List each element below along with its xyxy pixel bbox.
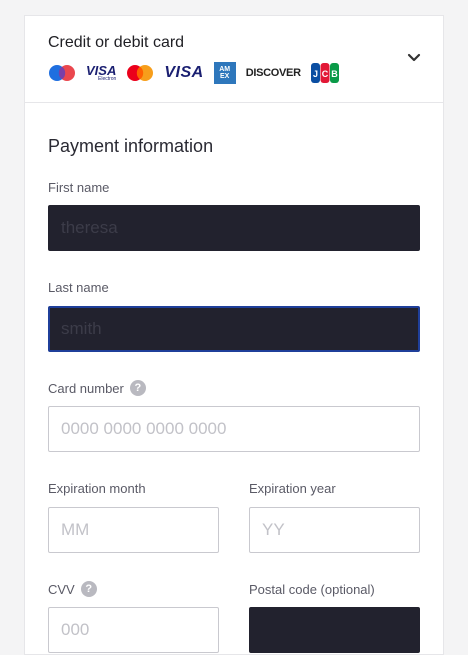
mastercard-logo-icon bbox=[126, 63, 154, 83]
payment-card: Credit or debit card VISA Electron VISA … bbox=[24, 15, 444, 655]
visa-electron-logo-icon: VISA Electron bbox=[86, 63, 116, 83]
last-name-value: smith bbox=[61, 319, 102, 338]
card-brand-logos: VISA Electron VISA AM EX DISCOVER J C B bbox=[48, 62, 339, 84]
svg-text:B: B bbox=[331, 69, 338, 79]
cvv-field[interactable]: 000 bbox=[48, 607, 219, 653]
expiration-month-field[interactable]: MM bbox=[48, 507, 219, 553]
payment-method-header[interactable]: Credit or debit card VISA Electron VISA … bbox=[25, 16, 443, 103]
payment-information-heading: Payment information bbox=[48, 136, 214, 156]
help-icon[interactable]: ? bbox=[80, 581, 97, 597]
help-icon[interactable]: ? bbox=[129, 380, 146, 396]
chevron-down-icon[interactable] bbox=[407, 50, 421, 68]
card-number-placeholder: 0000 0000 0000 0000 bbox=[61, 419, 227, 438]
first-name-label: First name bbox=[48, 180, 110, 195]
card-number-field[interactable]: 0000 0000 0000 0000 bbox=[48, 406, 420, 452]
payment-method-title: Credit or debit card bbox=[48, 34, 185, 51]
svg-text:C: C bbox=[322, 69, 329, 79]
visa-logo-icon: VISA bbox=[164, 64, 204, 81]
cvv-label: CVV bbox=[48, 581, 75, 597]
postal-code-label: Postal code (optional) bbox=[249, 582, 375, 597]
expiration-year-label: Expiration year bbox=[249, 481, 336, 496]
last-name-field[interactable]: smith bbox=[48, 306, 420, 352]
cvv-placeholder: 000 bbox=[61, 620, 90, 639]
expiration-month-label: Expiration month bbox=[48, 481, 146, 496]
svg-text:J: J bbox=[313, 69, 318, 79]
last-name-label: Last name bbox=[48, 280, 109, 295]
expiration-year-field[interactable]: YY bbox=[249, 507, 420, 553]
expiration-month-placeholder: MM bbox=[61, 520, 90, 539]
first-name-field[interactable]: theresa bbox=[48, 205, 420, 251]
card-number-label: Card number bbox=[48, 380, 124, 396]
first-name-value: theresa bbox=[61, 218, 118, 237]
jcb-logo-icon: J C B bbox=[310, 63, 339, 83]
amex-logo-icon: AM EX bbox=[213, 62, 236, 84]
maestro-logo-icon bbox=[48, 63, 76, 83]
visa-electron-subtext: Electron bbox=[98, 76, 117, 82]
discover-logo-icon: DISCOVER bbox=[245, 67, 301, 79]
expiration-year-placeholder: YY bbox=[262, 520, 285, 539]
postal-code-field[interactable] bbox=[249, 607, 420, 653]
cvv-label-row: CVV ? bbox=[48, 581, 97, 597]
card-number-label-row: Card number ? bbox=[48, 380, 146, 396]
